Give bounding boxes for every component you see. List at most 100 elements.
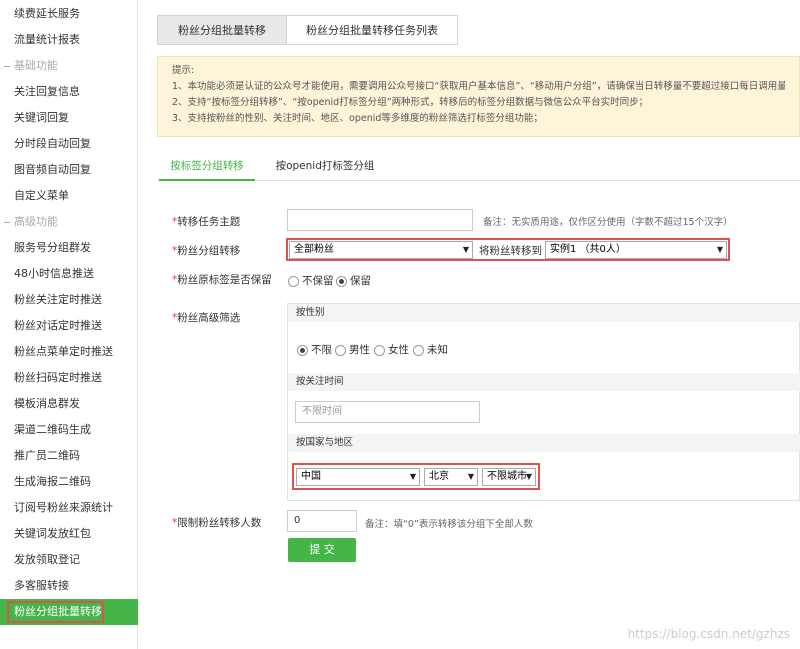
sidebar-item[interactable]: 流量统计报表 [0, 27, 138, 53]
sidebar-item-label: 流量统计报表 [14, 33, 80, 46]
sidebar-item[interactable]: 发放领取登记 [0, 547, 138, 573]
sidebar-item-label: 服务号分组群发 [14, 241, 91, 254]
sidebar-section-heading: 高级功能 [0, 209, 138, 235]
sidebar-item-label: 模板消息群发 [14, 397, 80, 410]
gender-option-any[interactable]: 不限 [297, 342, 332, 357]
sidebar-item[interactable]: 自定义菜单 [0, 183, 138, 209]
sidebar-item[interactable]: 图音频自动回复 [0, 157, 138, 183]
dropdown-arrow-icon: ▼ [462, 245, 469, 254]
keep-tag-label: *粉丝原标签是否保留 [172, 274, 272, 286]
advanced-filter-label: *粉丝高级筛选 [172, 312, 241, 324]
radio-icon [413, 344, 424, 356]
gender-section-head: 按性别 [288, 304, 800, 322]
tab-batch-transfer[interactable]: 粉丝分组批量转移 [157, 15, 287, 45]
task-subject-hint: 备注：无实质用途，仅作区分使用（字数不超过15个汉字） [483, 217, 733, 228]
follow-time-input[interactable]: 不限时间 [295, 401, 480, 423]
radio-checked-icon [297, 344, 308, 356]
target-group-select[interactable]: 实例1 （共0人） ▼ [545, 241, 727, 259]
section-dash-icon [4, 65, 10, 67]
radio-icon [374, 344, 385, 356]
city-select[interactable]: 不限城市 ▼ [482, 468, 536, 486]
sidebar-item-label: 粉丝分组批量转移 [14, 605, 102, 618]
gender-option-male[interactable]: 男性 [335, 342, 370, 357]
sidebar-item[interactable]: 服务号分组群发 [0, 235, 138, 261]
sidebar-section-heading: 基础功能 [0, 53, 138, 79]
radio-icon [335, 344, 346, 356]
tab-by-tag-group[interactable]: 按标签分组转移 [159, 153, 255, 181]
notice-line-1: 1、本功能必须是认证的公众号才能使用，需要调用公众号接口“获取用户基本信息”、“… [172, 81, 785, 92]
follow-time-section-head: 按关注时间 [288, 373, 800, 391]
tab-transfer-task-list[interactable]: 粉丝分组批量转移任务列表 [286, 15, 458, 45]
transfer-to-label: 将粉丝转移到 [479, 245, 542, 257]
sidebar-item-label: 48小时信息推送 [14, 267, 94, 280]
gender-option-unknown[interactable]: 未知 [413, 342, 448, 357]
sidebar-item-label: 多客服转接 [14, 579, 69, 592]
sidebar-item-label: 高级功能 [14, 215, 58, 228]
sidebar-item[interactable]: 粉丝分组批量转移 [0, 599, 138, 625]
region-section-head: 按国家与地区 [288, 434, 800, 452]
sidebar-item-label: 粉丝对话定时推送 [14, 319, 102, 332]
sidebar-item[interactable]: 关注回复信息 [0, 79, 138, 105]
province-select[interactable]: 北京 ▼ [424, 468, 478, 486]
sidebar-item[interactable]: 订阅号粉丝来源统计 [0, 495, 138, 521]
limit-input[interactable]: 0 [287, 510, 357, 532]
radio-checked-icon [336, 275, 347, 287]
sidebar-item-label: 推广员二维码 [14, 449, 80, 462]
sidebar-item-label: 图音频自动回复 [14, 163, 91, 176]
sidebar-item[interactable]: 多客服转接 [0, 573, 138, 599]
keep-tag-option-no[interactable]: 不保留 [288, 273, 334, 288]
sidebar: 续费延长服务 流量统计报表 基础功能关注回复信息 关键词回复分时段自动回复 图音频自动回… [0, 0, 138, 649]
sidebar-item-label: 续费延长服务 [14, 7, 80, 20]
notice-title: 提示: [172, 65, 195, 76]
sidebar-item[interactable]: 粉丝扫码定时推送 [0, 365, 138, 391]
sub-tabs: 按标签分组转移 按openid打标签分组 [157, 153, 800, 181]
sidebar-item-label: 生成海报二维码 [14, 475, 91, 488]
sidebar-item-label: 订阅号粉丝来源统计 [14, 501, 113, 514]
radio-icon [288, 275, 299, 287]
country-select[interactable]: 中国 ▼ [296, 468, 420, 486]
task-subject-label: *转移任务主题 [172, 216, 241, 228]
sidebar-item-label: 关键词发放红包 [14, 527, 91, 540]
source-group-select[interactable]: 全部粉丝 ▼ [289, 241, 473, 259]
sidebar-item-label: 渠道二维码生成 [14, 423, 91, 436]
sidebar-item-label: 粉丝点菜单定时推送 [14, 345, 113, 358]
dropdown-arrow-icon: ▼ [409, 472, 416, 481]
advanced-filter-box: 按性别 不限 男性 女性 未知 按关注时间 不限时间 按国家与地区 中国 ▼ 北京… [287, 303, 800, 501]
group-transfer-label: *粉丝分组转移 [172, 245, 241, 257]
sidebar-item-label: 粉丝关注定时推送 [14, 293, 102, 306]
sidebar-item[interactable]: 关键词回复 [0, 105, 138, 131]
dropdown-arrow-icon: ▼ [467, 472, 474, 481]
sidebar-item-label: 自定义菜单 [14, 189, 69, 202]
limit-label: *限制粉丝转移人数 [172, 517, 262, 529]
sidebar-item[interactable]: 关键词发放红包 [0, 521, 138, 547]
sidebar-item-label: 关注回复信息 [14, 85, 80, 98]
section-dash-icon [4, 221, 10, 223]
sidebar-item-label: 关键词回复 [14, 111, 69, 124]
tab-by-openid[interactable]: 按openid打标签分组 [269, 153, 381, 181]
sidebar-item[interactable]: 48小时信息推送 [0, 261, 138, 287]
gender-option-female[interactable]: 女性 [374, 342, 409, 357]
sidebar-item[interactable]: 粉丝对话定时推送 [0, 313, 138, 339]
sidebar-item-label: 粉丝扫码定时推送 [14, 371, 102, 384]
sidebar-item-label: 发放领取登记 [14, 553, 80, 566]
dropdown-arrow-icon: ▼ [525, 472, 532, 481]
task-subject-input[interactable] [287, 209, 473, 231]
notice-line-2: 2、支持“按标签分组转移”、“按openid打标签分组”两种形式，转移后的标签分… [172, 97, 649, 108]
sidebar-item[interactable]: 分时段自动回复 [0, 131, 138, 157]
sidebar-item-label: 分时段自动回复 [14, 137, 91, 150]
notice-panel: 提示: 1、本功能必须是认证的公众号才能使用，需要调用公众号接口“获取用户基本信… [157, 56, 800, 137]
sidebar-item[interactable]: 粉丝关注定时推送 [0, 287, 138, 313]
sidebar-item[interactable]: 粉丝点菜单定时推送 [0, 339, 138, 365]
sidebar-item[interactable]: 推广员二维码 [0, 443, 138, 469]
sidebar-item[interactable]: 渠道二维码生成 [0, 417, 138, 443]
sidebar-item[interactable]: 续费延长服务 [0, 1, 138, 27]
sidebar-item[interactable]: 模板消息群发 [0, 391, 138, 417]
keep-tag-option-yes[interactable]: 保留 [336, 273, 371, 288]
notice-line-3: 3、支持按粉丝的性别、关注时间、地区、openid等多维度的粉丝筛选打标签分组功… [172, 113, 543, 124]
limit-hint: 备注：填“0”表示转移该分组下全部人数 [365, 519, 533, 530]
dropdown-arrow-icon: ▼ [716, 245, 723, 254]
sidebar-item[interactable]: 生成海报二维码 [0, 469, 138, 495]
submit-button[interactable]: 提 交 [288, 538, 356, 562]
sidebar-item-label: 基础功能 [14, 59, 58, 72]
watermark: https://blog.csdn.net/gzhzs [627, 627, 790, 641]
